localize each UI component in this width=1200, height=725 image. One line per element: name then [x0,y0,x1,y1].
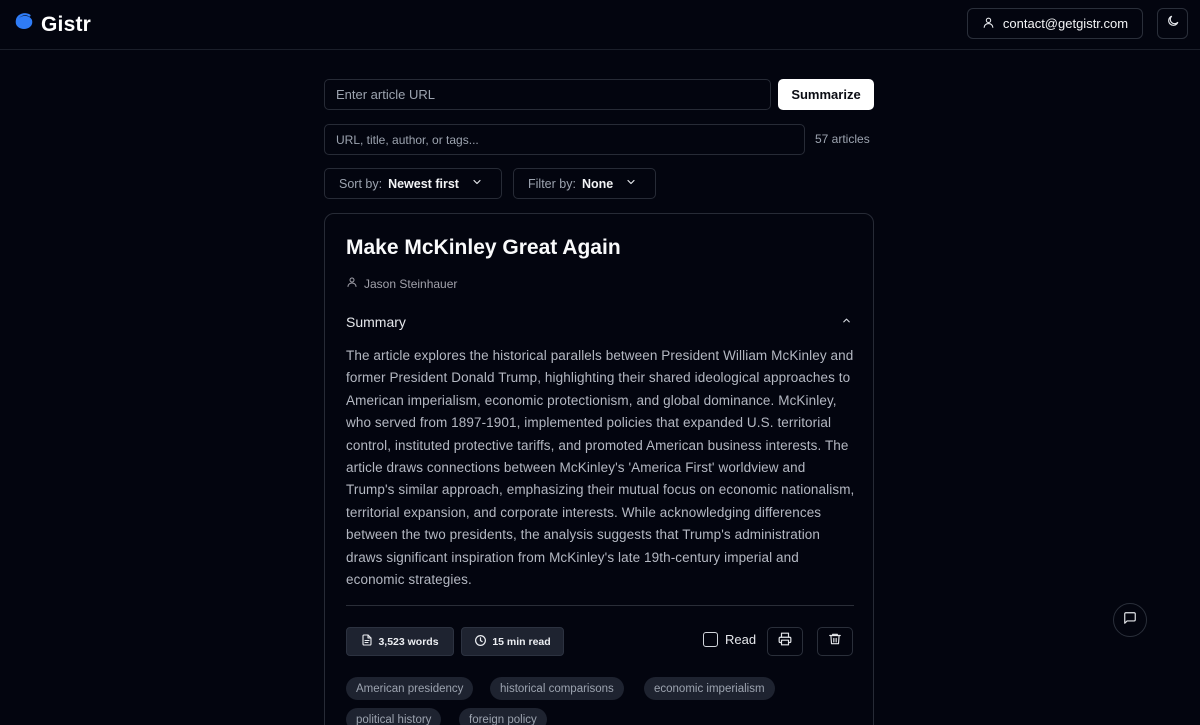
tag-chip[interactable]: historical comparisons [490,677,624,700]
summarize-button[interactable]: Summarize [778,79,874,110]
print-button[interactable] [767,627,803,656]
moon-icon [1166,14,1180,33]
article-card: Make McKinley Great Again Jason Steinhau… [324,213,874,725]
user-icon [982,16,995,32]
sort-value: Newest first [388,176,459,191]
read-checkbox[interactable]: Read [703,632,756,647]
contact-button[interactable]: contact@getgistr.com [967,8,1143,39]
contact-email: contact@getgistr.com [1002,16,1129,31]
feedback-button[interactable] [1113,603,1147,637]
article-url-input[interactable] [324,79,771,110]
word-count-badge: 3,523 words [346,627,454,656]
filter-label: Filter by: [528,176,576,191]
tag-chip[interactable]: American presidency [346,677,474,700]
tag-chip[interactable]: economic imperialism [644,677,775,700]
article-title[interactable]: Make McKinley Great Again [346,236,621,260]
filter-dropdown[interactable]: Filter by: None [513,168,656,199]
app-name: Gistr [41,12,92,36]
summary-heading[interactable]: Summary [346,314,406,330]
app-logo[interactable]: Gistr [12,10,91,39]
read-time-badge: 15 min read [461,627,564,656]
summary-collapse-button[interactable] [838,314,854,330]
trash-icon [828,632,842,651]
author-name: Jason Steinhauer [364,276,458,291]
clock-icon [474,634,487,650]
sort-label: Sort by: [339,176,383,191]
chevron-down-icon [465,176,483,191]
divider [346,605,854,606]
read-time: 15 min read [492,635,551,648]
message-icon [1123,611,1137,630]
tag-chip[interactable]: foreign policy [459,708,547,725]
theme-toggle-button[interactable] [1157,8,1188,39]
read-label: Read [725,632,757,647]
article-count: 57 articles [815,132,870,146]
summary-text: The article explores the historical para… [346,348,855,588]
filter-value: None [581,176,614,191]
printer-icon [778,632,792,651]
sort-dropdown[interactable]: Sort by: Newest first [324,168,502,199]
checkbox-box[interactable] [703,632,718,647]
spiral-logo-icon [12,10,36,39]
chevron-down-icon [619,176,637,191]
user-icon [346,276,358,291]
delete-button[interactable] [817,627,853,656]
tag-chip[interactable]: political history [346,708,442,725]
article-author: Jason Steinhauer [346,276,457,291]
word-count: 3,523 words [378,635,439,648]
chevron-up-icon [841,313,852,331]
search-input[interactable] [324,124,805,155]
top-bar: Gistr contact@getgistr.com [0,0,1200,50]
document-icon [361,634,373,649]
